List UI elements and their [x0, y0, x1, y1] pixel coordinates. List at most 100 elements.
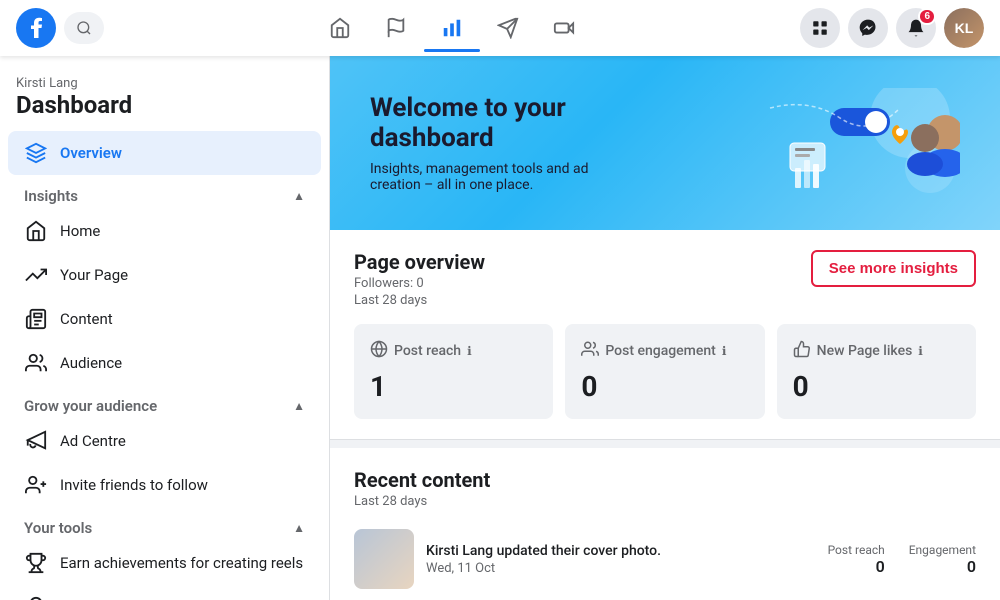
grow-audience-collapse-icon: ▲ — [293, 399, 305, 413]
hero-illustration-svg — [640, 88, 960, 198]
chart-line-icon — [24, 263, 48, 287]
page-overview-followers: Followers: 0 — [354, 276, 485, 291]
newspaper-icon — [24, 307, 48, 331]
search-button[interactable] — [64, 12, 104, 44]
sidebar-item-overview[interactable]: Overview — [8, 131, 321, 175]
ad-megaphone-icon — [24, 429, 48, 453]
sidebar-item-content[interactable]: Content — [8, 297, 321, 341]
content-info-cover: Kirsti Lang updated their cover photo. W… — [426, 543, 816, 576]
notifications-button[interactable]: 6 — [896, 8, 936, 48]
notification-badge: 6 — [918, 8, 936, 25]
sidebar-item-label-ad-centre: Ad Centre — [60, 432, 126, 450]
sidebar-item-invite-friends[interactable]: Invite friends to follow — [8, 463, 321, 507]
lightbulb-icon — [24, 595, 48, 600]
hero-text: Welcome to your dashboard Insights, mana… — [370, 93, 640, 193]
sidebar-item-label-your-page: Your Page — [60, 266, 128, 284]
play-icon — [553, 17, 575, 39]
post-reach-label: Post reach — [394, 343, 461, 359]
see-more-insights-button[interactable]: See more insights — [811, 250, 976, 287]
trophy-icon — [24, 551, 48, 575]
messenger-icon — [858, 18, 878, 38]
content-reach-cover: Post reach 0 — [828, 543, 885, 576]
engagement-label-cover: Engagement — [909, 543, 976, 557]
new-page-likes-label: New Page likes — [817, 343, 913, 359]
megaphone-icon — [497, 17, 519, 39]
page-overview-title-group: Page overview Followers: 0 Last 28 days — [354, 250, 485, 308]
sidebar-title: Dashboard — [16, 91, 313, 119]
nav-home-button[interactable] — [312, 4, 368, 52]
grid-icon — [811, 19, 829, 37]
post-engagement-info-icon[interactable]: ℹ — [722, 344, 727, 358]
your-tools-section-header[interactable]: Your tools ▲ — [8, 507, 321, 541]
sidebar-item-ad-centre[interactable]: Ad Centre — [8, 419, 321, 463]
content-area: Welcome to your dashboard Insights, mana… — [330, 56, 1000, 600]
content-item-cover-photo[interactable]: Kirsti Lang updated their cover photo. W… — [354, 517, 976, 600]
grow-audience-section-header[interactable]: Grow your audience ▲ — [8, 385, 321, 419]
sidebar-item-audience[interactable]: Audience — [8, 341, 321, 385]
facebook-logo-icon — [16, 8, 56, 48]
new-page-likes-info-icon[interactable]: ℹ — [918, 344, 923, 358]
sidebar-item-home[interactable]: Home — [8, 209, 321, 253]
metric-header-new-page-likes: New Page likes ℹ — [793, 340, 960, 362]
sidebar-item-earn-achievements[interactable]: Earn achievements for creating reels — [8, 541, 321, 585]
page-overview-title: Page overview — [354, 250, 485, 274]
nav-center — [104, 4, 800, 52]
new-page-likes-value: 0 — [793, 370, 960, 403]
metric-card-post-reach: Post reach ℹ 1 — [354, 324, 553, 419]
your-tools-section-title: Your tools — [24, 519, 92, 537]
search-icon — [76, 20, 92, 36]
insights-section-header[interactable]: Insights ▲ — [8, 175, 321, 209]
recent-content-section: Recent content Last 28 days Kirsti Lang … — [330, 448, 1000, 600]
thumbs-up-icon — [793, 340, 811, 362]
content-engagement-cover: Engagement 0 — [909, 543, 976, 576]
chart-bar-icon — [441, 17, 463, 39]
metric-header-post-engagement: Post engagement ℹ — [581, 340, 748, 362]
facebook-logo-button[interactable] — [16, 8, 56, 48]
home-icon — [329, 17, 351, 39]
cover-photo-thumbnail — [354, 529, 414, 589]
sidebar-item-label-earn-achievements: Earn achievements for creating reels — [60, 554, 303, 572]
metrics-grid: Post reach ℹ 1 Post engagement — [354, 324, 976, 419]
hero-title: Welcome to your dashboard — [370, 93, 640, 153]
post-reach-value: 1 — [370, 370, 537, 403]
profile-avatar-button[interactable]: KL — [944, 8, 984, 48]
sidebar: Kirsti Lang Dashboard Overview Insights … — [0, 56, 330, 600]
apps-menu-button[interactable] — [800, 8, 840, 48]
post-engagement-value: 0 — [581, 370, 748, 403]
recent-content-title: Recent content — [354, 468, 976, 492]
nav-ads-button[interactable] — [480, 4, 536, 52]
grow-audience-section-title: Grow your audience — [24, 397, 157, 415]
engagement-value-cover: 0 — [909, 557, 976, 576]
nav-pages-button[interactable] — [368, 4, 424, 52]
your-tools-collapse-icon: ▲ — [293, 521, 305, 535]
people-icon — [581, 340, 599, 362]
layers-icon — [24, 141, 48, 165]
content-metrics-cover: Post reach 0 Engagement 0 — [828, 543, 976, 576]
main-layout: Kirsti Lang Dashboard Overview Insights … — [0, 56, 1000, 600]
metric-card-post-engagement: Post engagement ℹ 0 — [565, 324, 764, 419]
content-title-cover: Kirsti Lang updated their cover photo. — [426, 543, 816, 559]
home-nav-icon — [24, 219, 48, 243]
reach-label-cover: Post reach — [828, 543, 885, 557]
sidebar-header: Kirsti Lang Dashboard — [0, 68, 329, 131]
post-reach-info-icon[interactable]: ℹ — [467, 344, 472, 358]
nav-right: 6 KL — [800, 8, 984, 48]
sidebar-item-label-home: Home — [60, 222, 100, 240]
nav-video-button[interactable] — [536, 4, 592, 52]
post-engagement-label: Post engagement — [605, 343, 716, 359]
globe-icon — [370, 340, 388, 362]
messenger-button[interactable] — [848, 8, 888, 48]
reach-value-cover: 0 — [828, 557, 885, 576]
sidebar-item-label-audience: Audience — [60, 354, 122, 372]
metric-card-new-page-likes: New Page likes ℹ 0 — [777, 324, 976, 419]
nav-insights-button[interactable] — [424, 4, 480, 52]
sidebar-item-your-page[interactable]: Your Page — [8, 253, 321, 297]
page-overview-period: Last 28 days — [354, 293, 485, 308]
users-icon — [24, 351, 48, 375]
top-navigation: 6 KL — [0, 0, 1000, 56]
hero-illustration — [640, 88, 960, 198]
sidebar-item-inspiration-hub[interactable]: Inspiration hub — [8, 585, 321, 600]
sidebar-item-label-invite-friends: Invite friends to follow — [60, 476, 208, 494]
nav-left — [16, 8, 104, 48]
content-date-cover: Wed, 11 Oct — [426, 561, 816, 576]
